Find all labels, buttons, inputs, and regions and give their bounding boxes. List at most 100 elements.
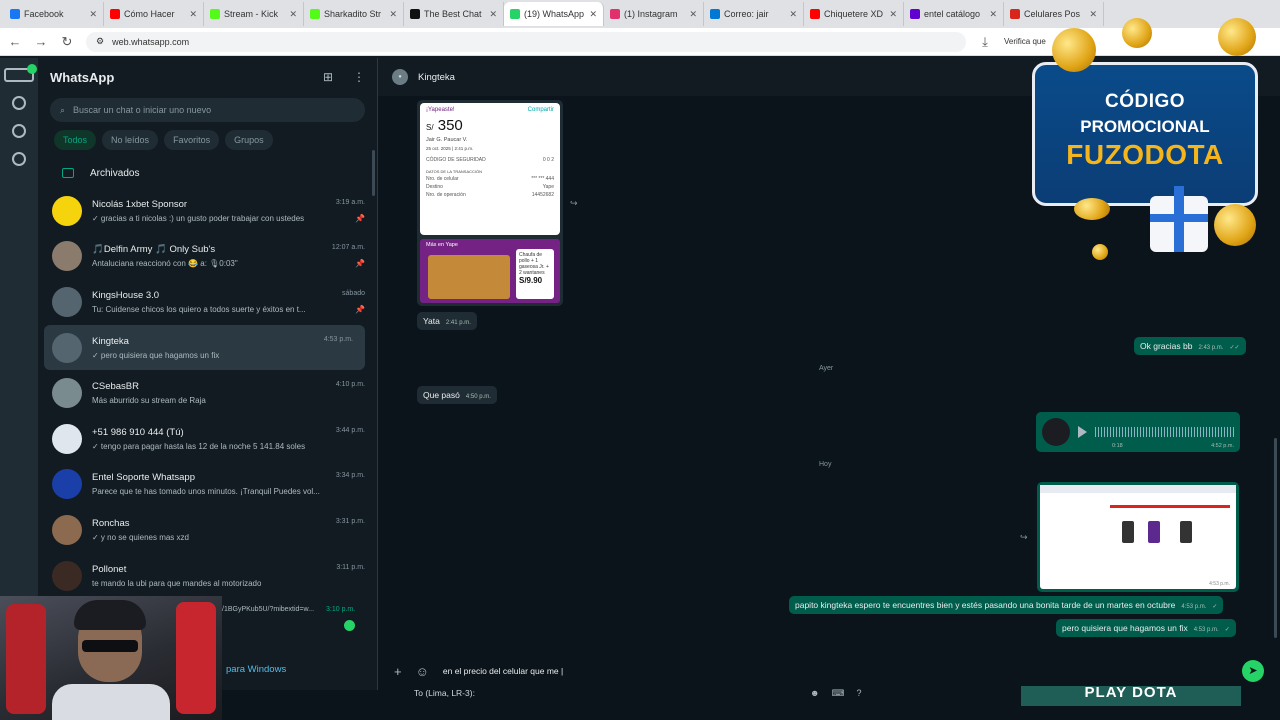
close-tab-icon[interactable]: ✕ (1089, 9, 1097, 20)
site-info-icon[interactable]: ⚙ (96, 36, 104, 47)
chat-list-item[interactable]: CSebasBR 4:10 p.m. Más aburrido su stream … (38, 370, 377, 416)
waveform[interactable] (1095, 427, 1234, 437)
close-tab-icon[interactable]: ✕ (689, 9, 697, 20)
avatar (52, 469, 82, 500)
browser-tab[interactable]: Correo: jair ✕ (704, 2, 804, 26)
tab-favicon-icon (210, 9, 220, 19)
search-input[interactable]: ⌕ Buscar un chat o iniciar uno nuevo (50, 98, 365, 122)
download-icon[interactable]: ⤓ (978, 34, 992, 50)
message-time: 2:43 p.m. (1198, 345, 1224, 351)
browser-tab[interactable]: Stream - Kick ✕ (204, 2, 304, 26)
emoji-icon[interactable]: ☻ (810, 688, 819, 699)
chat-list-item[interactable]: KingsHouse 3.0 sábado Tu: Cuidense chicos … (38, 279, 377, 325)
contact-avatar[interactable]: ● (392, 69, 408, 85)
new-chat-icon[interactable]: ⊞ (323, 70, 333, 84)
status-icon[interactable] (12, 96, 26, 110)
gaming-chair (6, 604, 46, 714)
send-button[interactable]: ➤ (1242, 660, 1264, 682)
message-text: pero quisiera que hagamos un fix (1062, 623, 1188, 633)
menu-icon[interactable]: ⋮ (353, 70, 365, 84)
close-tab-icon[interactable]: ✕ (989, 9, 997, 20)
emoji-icon[interactable]: ☺ (416, 664, 429, 679)
chat-time: sábado (342, 289, 365, 297)
tab-favicon-icon (1010, 9, 1020, 19)
chat-last-message: Antaluciana reaccionó con 😂 a: 🎙0:03" (92, 259, 238, 269)
tab-favicon-icon (410, 9, 420, 19)
keyboard-icon[interactable]: ⌨ (831, 688, 844, 699)
chat-last-message: te mando la ubi para que mandes al motor… (92, 578, 262, 588)
receipt-detail-value: 14452682 (531, 192, 554, 198)
browser-tab[interactable]: entel catálogo ✕ (904, 2, 1004, 26)
chat-list-item[interactable]: Entel Soporte Whatsapp 3:34 p.m. Parece qu… (38, 462, 377, 508)
avatar (52, 195, 82, 226)
tab-title: (19) WhatsApp (524, 9, 585, 19)
filter-chip[interactable]: Grupos (225, 130, 273, 150)
windows-download-link[interactable]: para Windows (226, 664, 286, 675)
chats-icon[interactable] (4, 64, 37, 82)
avatar (52, 286, 82, 317)
close-tab-icon[interactable]: ✕ (789, 9, 797, 20)
close-tab-icon[interactable]: ✕ (189, 9, 197, 20)
pin-icon: 📌 (355, 304, 365, 314)
browser-tab[interactable]: Celulares Pos ✕ (1004, 2, 1104, 26)
tab-favicon-icon (10, 9, 20, 19)
chat-list-item[interactable]: Nicolás 1xbet Sponsor 3:19 a.m. ✓ gracias … (38, 188, 377, 234)
chat-name: 🎵Delfin Army 🎵 Only Sub's (92, 244, 216, 256)
sidebar-header: WhatsApp ⊞ ⋮ (38, 58, 377, 96)
attach-icon[interactable]: + (394, 664, 402, 679)
chat-list-item[interactable]: Ronchas 3:31 p.m. ✓ y no se quienes mas xz… (38, 507, 377, 553)
browser-tab[interactable]: Facebook ✕ (4, 2, 104, 26)
browser-tab[interactable]: (1) Instagram ✕ (604, 2, 704, 26)
chat-time: 3:44 p.m. (335, 426, 365, 434)
help-icon[interactable]: ? (856, 688, 861, 699)
image-message[interactable]: 4:53 p.m. (1037, 482, 1239, 592)
search-placeholder: Buscar un chat o iniciar uno nuevo (73, 105, 212, 115)
close-tab-icon[interactable]: ✕ (89, 9, 97, 20)
chat-list-item[interactable]: Kingteka 4:53 p.m. ✓ pero quisiera que hag… (44, 324, 365, 371)
sidebar-scrollbar[interactable] (372, 150, 375, 196)
receipt-image-message[interactable]: ¡Yapeaste! Compartir S/ 350 Jair G. Pauc… (417, 100, 563, 306)
day-divider: Ayer (819, 365, 834, 372)
reload-icon[interactable]: ↻ (60, 34, 74, 50)
tab-title: The Best Chat (424, 9, 482, 19)
yape-receipt: ¡Yapeaste! Compartir S/ 350 Jair G. Pauc… (420, 103, 560, 235)
forward-icon[interactable]: ↪ (1020, 532, 1028, 543)
browser-tab[interactable]: Cómo Hacer ✕ (104, 2, 204, 26)
close-tab-icon[interactable]: ✕ (489, 9, 497, 20)
tab-favicon-icon (110, 9, 120, 19)
receipt-amount: 350 (437, 117, 463, 134)
message-time: 4:53 p.m. (1193, 627, 1219, 633)
message-in: Que pasó 4:50 p.m. (417, 386, 497, 404)
browser-tab[interactable]: Sharkadito Str ✕ (304, 2, 404, 26)
close-tab-icon[interactable]: ✕ (889, 9, 897, 20)
close-tab-icon[interactable]: ✕ (589, 9, 597, 20)
chat-list-item[interactable]: Pollonet 3:11 p.m. te mando la ubi para qu… (38, 553, 377, 599)
message-input[interactable]: en el precio del celular que me | (443, 666, 1228, 676)
browser-tab[interactable]: The Best Chat ✕ (404, 2, 504, 26)
read-receipt-icon: ✓ (1224, 627, 1230, 633)
conversation-scrollbar[interactable] (1274, 438, 1277, 638)
forward-icon[interactable]: → (34, 34, 48, 49)
voice-message[interactable]: 0:18 4:52 p.m. (1036, 412, 1240, 452)
channels-icon[interactable] (12, 124, 26, 138)
coin-graphic (1218, 18, 1256, 56)
filter-chip[interactable]: Favoritos (164, 130, 220, 150)
chat-list-item[interactable]: +51 986 910 444 (Tú) 3:44 p.m. ✓ tengo par… (38, 416, 377, 462)
chat-name: Entel Soporte Whatsapp (92, 472, 195, 484)
filter-chip[interactable]: Todos (54, 130, 97, 150)
forward-icon[interactable]: ↪ (570, 198, 578, 209)
browser-tab[interactable]: Chiquetere XD ✕ (804, 2, 904, 26)
filter-chip[interactable]: No leídos (102, 130, 159, 150)
browser-tab[interactable]: (19) WhatsApp ✕ (504, 2, 604, 26)
close-tab-icon[interactable]: ✕ (289, 9, 297, 20)
back-icon[interactable]: ← (8, 34, 22, 49)
play-icon[interactable] (1078, 426, 1087, 438)
profile-label[interactable]: Verifica que (1004, 37, 1046, 46)
url-input[interactable]: ⚙ web.whatsapp.com (86, 31, 966, 52)
archived-row[interactable]: Archivados (38, 158, 377, 188)
avatar (52, 241, 82, 272)
communities-icon[interactable] (12, 152, 26, 166)
tab-favicon-icon (910, 9, 920, 19)
close-tab-icon[interactable]: ✕ (389, 9, 397, 20)
chat-list-item[interactable]: 🎵Delfin Army 🎵 Only Sub's 12:07 a.m. Antal… (38, 234, 377, 280)
